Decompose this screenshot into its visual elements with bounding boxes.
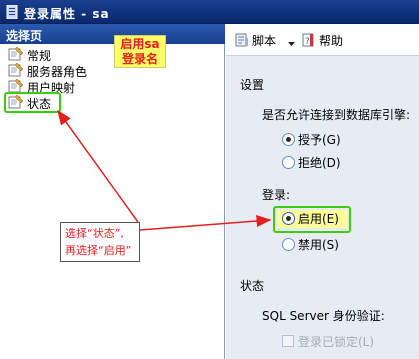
help-label: 帮助 xyxy=(319,34,344,48)
connect-permission-label: 是否允许连接到数据库引擎: xyxy=(262,108,411,122)
page-wrench-icon xyxy=(8,46,24,64)
select-page-pane: 选择页 常规 服务器角色 用户映射 状态 xyxy=(0,24,225,359)
help-icon: ? xyxy=(301,32,317,51)
enable-highlight-box xyxy=(273,206,351,233)
status-section-title: 状态 xyxy=(240,279,265,293)
sql-auth-label: SQL Server 身份验证: xyxy=(262,309,385,323)
svg-text:?: ? xyxy=(305,37,310,47)
window-icon xyxy=(6,4,18,22)
toolbar: 脚本 ? 帮助 xyxy=(226,24,419,56)
login-locked-label: 登录已锁定(L) xyxy=(298,335,375,349)
disable-radio[interactable] xyxy=(282,238,295,251)
grant-radio[interactable] xyxy=(282,133,295,146)
login-section-title: 登录: xyxy=(262,188,291,202)
nav-item-label: 服务器角色 xyxy=(27,65,88,79)
enable-sa-callout: 启用sa 登录名 xyxy=(114,35,166,68)
window-title-bar: 登录属性 - sa xyxy=(0,0,419,24)
deny-label[interactable]: 拒绝(D) xyxy=(298,154,341,171)
callout-line: 登录名 xyxy=(121,52,158,66)
status-highlight-box xyxy=(4,92,61,113)
callout-line: 选择“状态”, xyxy=(65,227,124,240)
callout-line: 启用sa xyxy=(120,37,160,51)
window-title: 登录属性 - sa xyxy=(24,7,110,21)
callout-line: 再选择“启用” xyxy=(65,244,132,257)
script-icon xyxy=(234,32,250,51)
login-locked-checkbox[interactable] xyxy=(282,335,294,347)
script-label: 脚本 xyxy=(252,34,277,48)
deny-radio[interactable] xyxy=(282,156,295,169)
grant-label[interactable]: 授予(G) xyxy=(298,131,341,148)
settings-section-title: 设置 xyxy=(240,78,265,92)
properties-pane: 脚本 ? 帮助 设置 是否允许连接到数据库引擎: 授予(G) 拒绝(D) 登录:… xyxy=(226,24,419,359)
disable-label[interactable]: 禁用(S) xyxy=(298,236,339,253)
select-page-header: 选择页 xyxy=(0,24,225,44)
dropdown-arrow-icon[interactable] xyxy=(288,36,295,50)
nav-item-label: 常规 xyxy=(27,49,52,63)
page-wrench-icon xyxy=(8,62,24,80)
instruction-callout: 选择“状态”, 再选择“启用” xyxy=(60,222,140,262)
